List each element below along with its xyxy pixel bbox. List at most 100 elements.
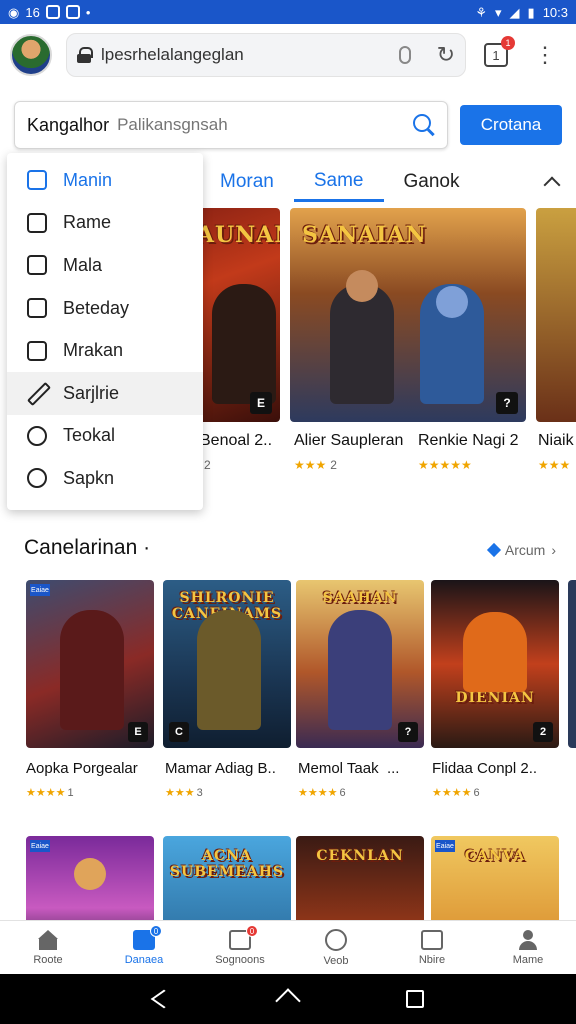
rating-badge: E [250, 392, 272, 414]
menu-item-mrakan[interactable]: Mrakan [7, 329, 203, 372]
card-figure [197, 610, 261, 730]
nav-store[interactable]: 0 Danaea [96, 921, 192, 974]
nav-library[interactable]: Nbire [384, 921, 480, 974]
reload-icon[interactable]: ↻ [437, 42, 455, 68]
recents-icon[interactable] [405, 990, 424, 1008]
card-art-title: CEKNLAN [316, 848, 404, 864]
gamepad-icon [27, 212, 47, 233]
avatar[interactable] [10, 34, 52, 76]
card-rating: ★★★★ 6 [298, 787, 346, 799]
game-card[interactable]: SHLRONIE CANEINAMS C [163, 580, 291, 748]
more-menu-icon[interactable]: ⋮ [534, 44, 556, 66]
game-card[interactable]: SAAHAN ? [296, 580, 424, 748]
card-rating: ★★★★ 1 [26, 787, 74, 799]
card-name: Mamar Adiag [165, 760, 254, 777]
game-card[interactable]: Eaiae CANVA [431, 836, 559, 920]
tabs-button[interactable]: 1 1 [484, 36, 515, 67]
section-more-link[interactable]: Arcum › [486, 542, 556, 558]
card-extra: 2.. [520, 760, 538, 777]
wifi-icon: ▾ [495, 4, 502, 20]
back-icon[interactable] [152, 988, 174, 1010]
menu-item-label: Manin [63, 169, 113, 190]
search-box[interactable]: Kangalhor [14, 101, 448, 149]
card-title[interactable]: Flidaa Conpl 2.. [432, 760, 537, 777]
card-art-title: CANVA [464, 848, 526, 864]
card-art-title: DIENIAN [455, 690, 535, 706]
card-title[interactable]: Alier Saupleran [294, 432, 403, 450]
card-extra: B.. [257, 760, 276, 777]
mic-icon[interactable] [398, 46, 411, 64]
tab-moran[interactable]: Moran [200, 162, 294, 202]
menu-item-label: Rame [63, 212, 112, 233]
card-art: Eaiae CANVA [431, 836, 559, 920]
calendar-icon [27, 298, 47, 319]
card-tag: Eaiae [30, 584, 50, 596]
featured-card[interactable] [536, 208, 576, 422]
card-extra: 2 [509, 432, 519, 449]
nav-profile[interactable]: Mame [480, 921, 576, 974]
game-card[interactable]: CEKNLAN [296, 836, 424, 920]
tab-ganok[interactable]: Ganok [384, 162, 480, 202]
search-row: Kangalhor Crotana [0, 100, 576, 150]
card-name: Flidaa Conpl [432, 760, 517, 777]
rating-count: 2 [330, 458, 337, 472]
lock-icon [77, 47, 93, 63]
menu-item-manin[interactable]: Manin [7, 159, 203, 202]
tab-same[interactable]: Same [293, 162, 384, 202]
card-title[interactable]: Aopka Porgealar [26, 760, 138, 777]
menu-item-mala[interactable]: Mala [7, 244, 203, 287]
card-rating: ★★★★ 6 [432, 787, 480, 799]
game-card[interactable] [568, 580, 576, 748]
status-right: ⚘ ▾ ◢ ▮ 10:3 [475, 5, 568, 20]
game-card[interactable]: ACNA SUBEMEAHS [163, 836, 291, 920]
nav-home[interactable]: Roote [0, 921, 96, 974]
nav-notifications[interactable]: 0 Sognoons [192, 921, 288, 974]
menu-item-teokal[interactable]: Teokal [7, 415, 203, 458]
card-figure-head [346, 270, 378, 302]
nav-badge: 0 [246, 925, 258, 937]
compass-icon [325, 928, 347, 951]
mail-icon [27, 255, 47, 276]
pen-icon [27, 383, 47, 403]
card-title[interactable]: Benoal 2.. [200, 432, 272, 450]
card-extra: ... [386, 760, 400, 777]
cloud-icon [27, 468, 47, 489]
nav-discover[interactable]: Veob [288, 921, 384, 974]
game-card[interactable]: Eaiae [26, 836, 154, 920]
home-icon [37, 929, 59, 950]
rating-count: 2 [204, 458, 211, 472]
menu-item-sapkn[interactable]: Sapkn [7, 457, 203, 500]
menu-item-beteday[interactable]: Beteday [7, 287, 203, 330]
status-time: 16 [25, 4, 40, 20]
card-art: DIENIAN 2 [431, 580, 559, 748]
url-bar[interactable]: lpesrhelalangeglan ↻ [66, 33, 466, 77]
card-rating: ★★★ 2 [294, 458, 337, 472]
featured-card[interactable]: SANAIAN ? [290, 208, 526, 422]
card-title[interactable]: Renkie Nagi 2 [418, 432, 519, 450]
game-card[interactable]: DIENIAN 2 [431, 580, 559, 748]
card-art-title: ACNA SUBEMEAHS [169, 848, 285, 880]
search-submit-button[interactable]: Crotana [460, 105, 562, 145]
rating-badge: ? [496, 392, 518, 414]
chevron-up-icon[interactable] [543, 176, 561, 194]
tabs-count: 1 [492, 47, 500, 63]
card-title[interactable]: Memol Taak ... [298, 760, 399, 777]
home-button-icon[interactable] [279, 988, 301, 1010]
rating-badge: C [169, 722, 189, 742]
game-card[interactable]: Eaiae E [26, 580, 154, 748]
system-nav-bar [0, 974, 576, 1024]
menu-item-sarjlrie[interactable]: Sarjlrie [7, 371, 203, 415]
url-text[interactable]: lpesrhelalangeglan [101, 45, 399, 65]
menu-item-rame[interactable]: Rame [7, 202, 203, 245]
nav-label: Danaea [124, 953, 164, 966]
diamond-icon [486, 542, 501, 558]
bag-icon [27, 170, 47, 191]
category-tabs: Moran Same Ganok [200, 160, 576, 204]
search-icon[interactable] [413, 114, 435, 136]
search-input[interactable] [117, 115, 413, 135]
card-title[interactable]: Niaik [538, 432, 574, 450]
dropdown-menu: Manin Rame Mala Beteday Mrakan Sarjlrie … [7, 153, 203, 510]
card-title[interactable]: Mamar Adiag B.. [165, 760, 276, 777]
card-art [536, 208, 576, 422]
card-rating: ★★★★★ [418, 458, 472, 472]
